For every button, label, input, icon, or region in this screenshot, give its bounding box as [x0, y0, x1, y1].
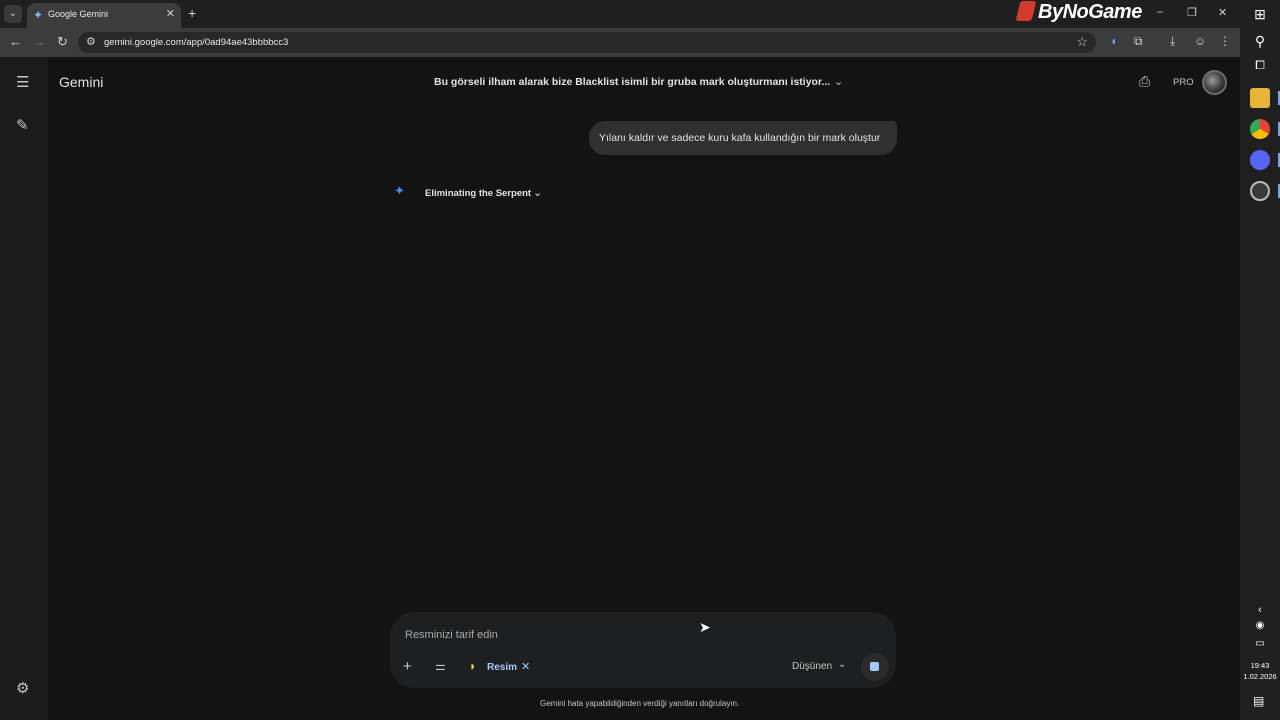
tab-search-button[interactable]: ⌄ — [4, 5, 22, 23]
brand-name: ByNoGame — [1038, 1, 1142, 23]
url-text: gemini.google.com/app/0ad94ae43bbbbcc3 — [104, 37, 289, 48]
brand-watermark: ByNoGame — [1015, 1, 1142, 27]
chevron-down-icon[interactable]: ⌄ — [838, 659, 846, 670]
stop-button[interactable] — [861, 653, 889, 681]
new-chat-icon[interactable]: ✎ — [16, 116, 29, 134]
user-message-bubble: Yılanı kaldır ve sadece kuru kafa kullan… — [589, 121, 897, 155]
prompt-input[interactable] — [405, 626, 805, 644]
banana-icon: ◗ — [469, 659, 477, 673]
forward-icon[interactable]: → — [33, 34, 46, 49]
discord-icon[interactable] — [1250, 150, 1270, 170]
file-explorer-icon[interactable] — [1250, 88, 1270, 108]
chat-main: Gemini Bu görseli ilham alarak bize Blac… — [48, 57, 1240, 720]
display-tray-icon[interactable]: ▭ — [1251, 638, 1269, 649]
gemini-spark-icon: ✦ — [394, 183, 405, 198]
gemini-spark-icon: ✦ — [33, 8, 44, 22]
extensions-icon[interactable]: ⧉ — [1134, 34, 1143, 49]
taskbar-clock[interactable]: 19:43 1.02.2026 — [1240, 660, 1280, 682]
search-icon[interactable]: ⚲ — [1251, 33, 1269, 50]
windows-taskbar: ⊞ ⚲ ⧠ ‹ ◉ ▭ 19:43 1.02.2026 ▤ — [1240, 0, 1280, 720]
chrome-icon[interactable] — [1250, 119, 1270, 139]
share-icon[interactable]: ⎙ — [1139, 73, 1150, 90]
add-attachment-icon[interactable]: + — [403, 658, 412, 675]
profile-icon[interactable]: ☺ — [1194, 34, 1206, 48]
mic-icon[interactable]: ◖ — [1110, 34, 1117, 48]
left-rail: ☰ ✎ ⚙ — [0, 57, 48, 720]
address-bar[interactable]: ⚙ gemini.google.com/app/0ad94ae43bbbbcc3… — [78, 32, 1096, 53]
stop-icon — [870, 662, 879, 671]
settings-gear-icon[interactable]: ⚙ — [16, 679, 29, 697]
user-message-text: Yılanı kaldır ve sadece kuru kafa kullan… — [599, 132, 881, 144]
tools-icon[interactable]: ⚌ — [435, 659, 446, 673]
browser-tab[interactable]: ✦ Google Gemini ✕ — [27, 3, 181, 28]
conversation-title[interactable]: Bu görseli ilham alarak bize Blacklist i… — [434, 76, 830, 88]
back-icon[interactable]: ← — [9, 34, 22, 49]
model-mode-selector[interactable]: Düşünen — [792, 661, 832, 672]
menu-icon[interactable]: ⋮ — [1219, 34, 1231, 48]
clock-time: 19:43 — [1250, 661, 1270, 670]
close-window-button[interactable]: ✕ — [1218, 6, 1227, 19]
close-icon[interactable]: ✕ — [521, 660, 530, 673]
avatar[interactable] — [1202, 70, 1227, 95]
tab-title: Google Gemini — [48, 9, 109, 19]
clock-date: 1.02.2026 — [1243, 672, 1277, 681]
new-tab-button[interactable]: + — [188, 5, 196, 21]
download-icon[interactable]: ⤓ — [1170, 34, 1175, 49]
bookmark-star-icon[interactable]: ☆ — [1076, 34, 1088, 50]
app-icon[interactable] — [1250, 181, 1270, 201]
restore-button[interactable]: ❐ — [1187, 6, 1197, 19]
site-info-icon[interactable]: ⚙ — [86, 35, 96, 48]
minimize-button[interactable]: – — [1157, 6, 1163, 18]
mic-tray-icon[interactable]: ◉ — [1251, 620, 1269, 631]
windows-start-icon[interactable]: ⊞ — [1251, 6, 1269, 23]
mouse-cursor-icon: ➤ — [699, 619, 711, 635]
chevron-down-icon[interactable]: ⌄ — [834, 75, 843, 88]
task-view-icon[interactable]: ⧠ — [1251, 58, 1269, 73]
thinking-label: Eliminating the Serpent — [425, 188, 532, 199]
browser-tabstrip: ⌄ ✦ Google Gemini ✕ + ByNoGame – ❐ ✕ — [0, 0, 1240, 28]
disclaimer-text: Gemini hata yapabildiğinden verdiği yanı… — [540, 699, 740, 708]
pro-badge: PRO — [1173, 77, 1194, 88]
hamburger-menu-icon[interactable]: ☰ — [16, 73, 29, 91]
browser-toolbar: ← → ↻ ⚙ gemini.google.com/app/0ad94ae43b… — [0, 28, 1240, 57]
brand-logo-icon — [1015, 1, 1037, 21]
chevron-left-icon[interactable]: ‹ — [1251, 604, 1269, 616]
chevron-down-icon: ⌄ — [533, 187, 543, 199]
prompt-composer: + ⚌ ◗ Resim ✕ Düşünen ⌄ — [390, 612, 896, 688]
notification-icon[interactable]: ▤ — [1253, 694, 1264, 708]
tab-close-icon[interactable]: ✕ — [166, 7, 175, 20]
reload-icon[interactable]: ↻ — [57, 34, 68, 50]
chip-label: Resim — [487, 662, 518, 673]
app-title: Gemini — [59, 74, 104, 90]
